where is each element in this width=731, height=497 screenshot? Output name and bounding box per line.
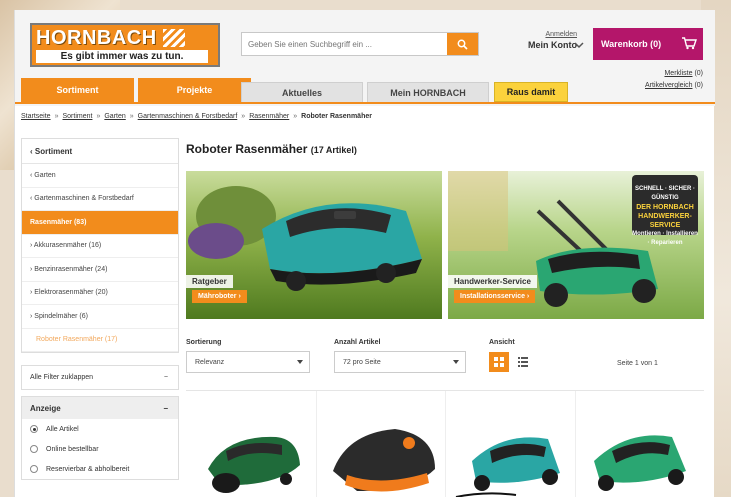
product-card[interactable] bbox=[445, 391, 573, 497]
sort-select[interactable]: Relevanz bbox=[186, 351, 310, 373]
sidebar-item-garten[interactable]: ‹ Garten bbox=[22, 164, 178, 188]
product-card[interactable] bbox=[316, 391, 444, 497]
logo-wordmark: HORNBACH bbox=[36, 26, 157, 49]
radio-selected-icon bbox=[30, 425, 38, 433]
cart-label: Warenkorb (0) bbox=[601, 39, 662, 49]
logo-slogan: Es gibt immer was zu tun. bbox=[36, 50, 208, 63]
product-image bbox=[333, 429, 435, 492]
chevron-down-icon[interactable] bbox=[573, 40, 585, 50]
minus-icon: − bbox=[163, 374, 168, 381]
article-count: (17 Artikel) bbox=[310, 145, 357, 155]
search-bar bbox=[241, 32, 479, 56]
header: HORNBACH Es gibt immer was zu tun. Anmel… bbox=[15, 10, 715, 106]
sidebar-heading-sortiment[interactable]: ‹ Sortiment bbox=[22, 139, 178, 164]
product-grid bbox=[186, 390, 704, 497]
tab-raus-damit[interactable]: Raus damit bbox=[494, 82, 568, 102]
hornbach-logo[interactable]: HORNBACH Es gibt immer was zu tun. bbox=[30, 23, 220, 67]
my-account-link[interactable]: Mein Konto bbox=[501, 40, 577, 50]
sidebar-item-elektrorasenmaeher[interactable]: › Elektrorasenmäher (20) bbox=[22, 282, 178, 305]
page-title: Roboter Rasenmäher (17 Artikel) bbox=[186, 142, 357, 156]
banner-handwerker-service[interactable]: SCHNELL · SICHER · GÜNSTIG DER HORNBACH … bbox=[448, 171, 704, 319]
banner-caption: Handwerker-Service bbox=[448, 275, 537, 288]
product-image bbox=[208, 436, 300, 493]
banner-link-maehroboter[interactable]: Mähroboter › bbox=[192, 290, 247, 303]
per-page-label: Anzahl Artikel bbox=[334, 339, 381, 346]
login-link[interactable]: Anmelden bbox=[501, 31, 577, 38]
search-icon bbox=[457, 39, 468, 50]
main-nav: Sortiment Projekte Aktuelles Mein HORNBA… bbox=[15, 78, 715, 102]
category-nav: ‹ Sortiment ‹ Garten ‹ Gartenmaschinen &… bbox=[21, 138, 179, 353]
display-filter: Anzeige − Alle Artikel Online bestellbar… bbox=[21, 396, 179, 480]
wishlist-link[interactable]: Merkliste bbox=[664, 70, 692, 77]
grid-icon bbox=[494, 357, 504, 367]
radio-icon bbox=[30, 465, 38, 473]
product-card[interactable] bbox=[186, 391, 314, 497]
breadcrumb-rasenmaeher[interactable]: Rasenmäher bbox=[249, 113, 289, 120]
page: HORNBACH Es gibt immer was zu tun. Anmel… bbox=[14, 10, 715, 497]
display-filter-title: Anzeige bbox=[30, 403, 61, 413]
sort-label: Sortierung bbox=[186, 339, 222, 346]
handwerker-service-badge: SCHNELL · SICHER · GÜNSTIG DER HORNBACH … bbox=[632, 175, 698, 246]
tab-mein-hornbach[interactable]: Mein HORNBACH bbox=[367, 82, 489, 102]
sidebar-item-rasenmaeher[interactable]: Rasenmäher (83) bbox=[22, 211, 178, 235]
sidebar-item-roboter[interactable]: Roboter Rasenmäher (17) bbox=[22, 329, 178, 352]
caret-down-icon bbox=[453, 360, 459, 364]
breadcrumb: Startseite» Sortiment» Garten» Gartenmaschi… bbox=[21, 113, 372, 120]
breadcrumb-garten[interactable]: Garten bbox=[104, 113, 125, 120]
radio-icon bbox=[30, 445, 38, 453]
logo-stripes bbox=[162, 29, 185, 47]
banner-ratgeber[interactable]: Ratgeber Mähroboter › bbox=[186, 171, 442, 319]
sidebar-item-spindelmaeher[interactable]: › Spindelmäher (6) bbox=[22, 305, 178, 329]
sidebar-item-benzinrasenmaeher[interactable]: › Benzinrasenmäher (24) bbox=[22, 258, 178, 282]
breadcrumb-sortiment[interactable]: Sortiment bbox=[62, 113, 92, 120]
minus-icon: − bbox=[163, 403, 168, 413]
cart-icon bbox=[682, 37, 697, 50]
banner-caption: Ratgeber bbox=[186, 275, 233, 288]
sidebar: ‹ Sortiment ‹ Garten ‹ Gartenmaschinen &… bbox=[21, 138, 179, 480]
collapse-filters-button[interactable]: Alle Filter zuklappen − bbox=[21, 365, 179, 390]
sidebar-item-gartenmaschinen[interactable]: ‹ Gartenmaschinen & Forstbedarf bbox=[22, 188, 178, 211]
list-view-button[interactable] bbox=[513, 352, 533, 372]
account-area: Anmelden Mein Konto bbox=[501, 31, 577, 50]
tab-aktuelles[interactable]: Aktuelles bbox=[241, 82, 363, 102]
search-input[interactable] bbox=[242, 33, 448, 55]
breadcrumb-startseite[interactable]: Startseite bbox=[21, 113, 51, 120]
header-divider bbox=[15, 102, 715, 104]
radio-online-orderable[interactable]: Online bestellbar bbox=[22, 439, 178, 459]
breadcrumb-gartenmaschinen[interactable]: Gartenmaschinen & Forstbedarf bbox=[138, 113, 238, 120]
sidebar-item-akkurasenmaeher[interactable]: › Akkurasenmäher (16) bbox=[22, 235, 178, 258]
tab-sortiment[interactable]: Sortiment bbox=[21, 78, 134, 102]
radio-reservable[interactable]: Reservierbar & abholbereit bbox=[22, 459, 178, 479]
product-image bbox=[594, 435, 686, 491]
search-button[interactable] bbox=[447, 33, 478, 55]
view-label: Ansicht bbox=[489, 339, 515, 346]
grid-view-button[interactable] bbox=[489, 352, 509, 372]
breadcrumb-current: Roboter Rasenmäher bbox=[301, 113, 372, 120]
banner-link-installationsservice[interactable]: Installationsservice › bbox=[454, 290, 536, 303]
product-image bbox=[455, 437, 560, 497]
collapse-filters-label: Alle Filter zuklappen bbox=[30, 374, 94, 381]
per-page-select[interactable]: 72 pro Seite bbox=[334, 351, 466, 373]
list-icon bbox=[518, 357, 528, 367]
product-card[interactable] bbox=[575, 391, 703, 497]
page-indicator: Seite 1 von 1 bbox=[617, 360, 658, 367]
caret-down-icon bbox=[297, 360, 303, 364]
display-filter-header[interactable]: Anzeige − bbox=[22, 397, 178, 419]
tab-projekte[interactable]: Projekte bbox=[138, 78, 251, 102]
radio-all-items[interactable]: Alle Artikel bbox=[22, 419, 178, 439]
cart-button[interactable]: Warenkorb (0) bbox=[593, 28, 703, 60]
